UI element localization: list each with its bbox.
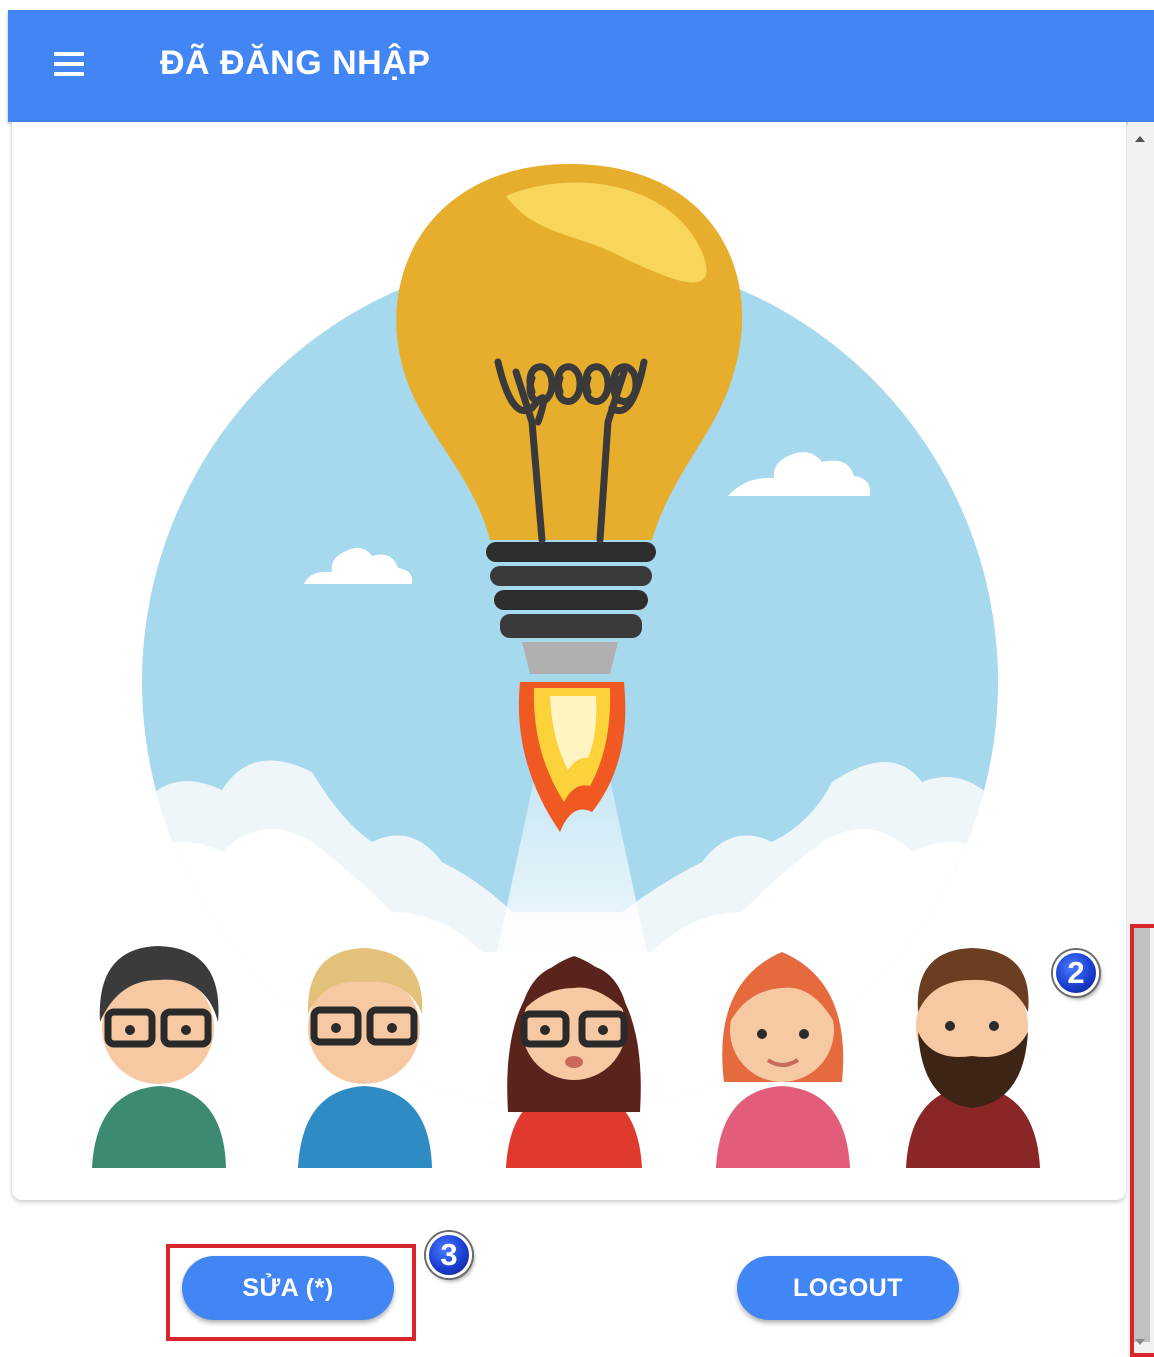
logout-button[interactable]: LOGOUT (737, 1256, 959, 1320)
scroll-up-arrow-icon[interactable] (1135, 136, 1145, 142)
menu-icon[interactable] (46, 48, 90, 84)
content-card (12, 122, 1126, 1200)
edit-button-highlight (166, 1244, 416, 1341)
step-marker-2: 2 (1053, 950, 1099, 996)
avatar-5 (906, 948, 1040, 1168)
page-title: ĐÃ ĐĂNG NHẬP (160, 44, 431, 82)
avatar-1 (92, 946, 226, 1168)
hero-illustration (92, 164, 1040, 1168)
scrollbar-highlight (1130, 924, 1154, 1357)
app-bar: ĐÃ ĐĂNG NHẬP (8, 10, 1154, 122)
step-marker-3: 3 (426, 1232, 472, 1278)
